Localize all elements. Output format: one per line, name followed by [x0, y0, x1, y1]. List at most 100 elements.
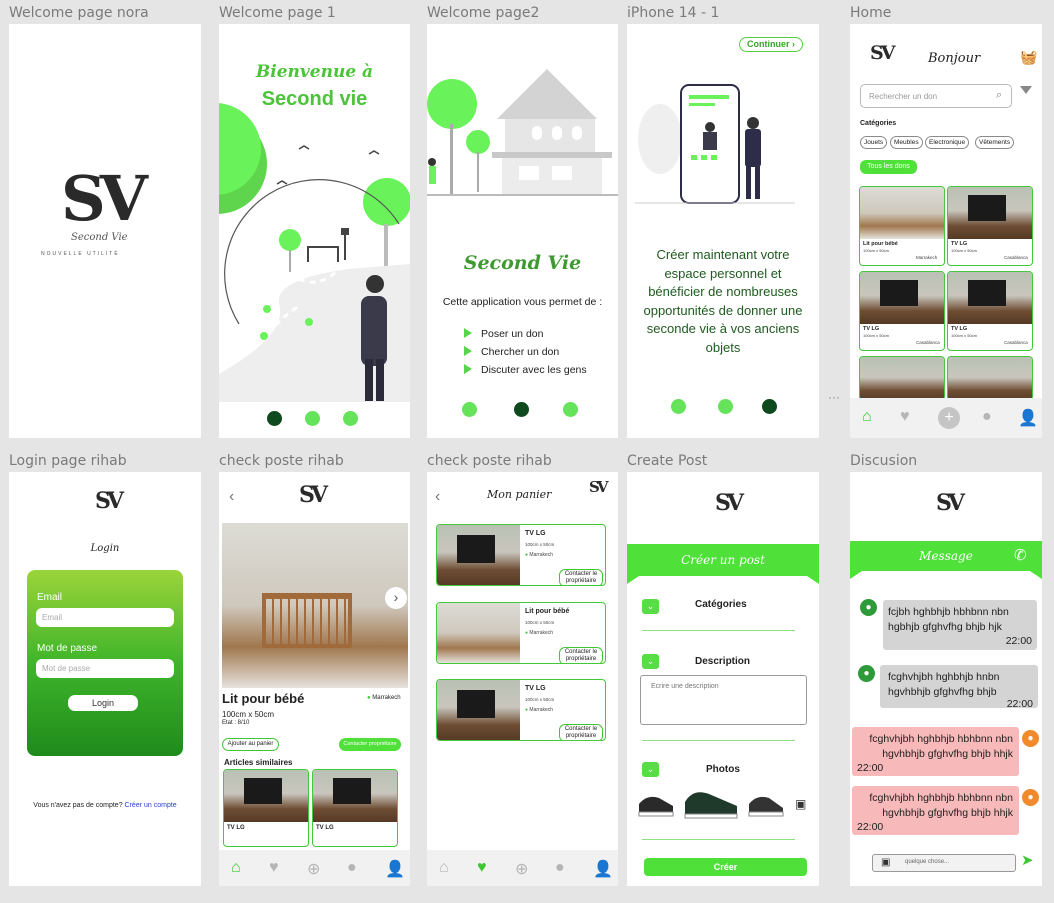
add-icon[interactable]: +	[938, 407, 960, 429]
frame-label-iphone14: iPhone 14 - 1	[627, 5, 720, 21]
chat-icon[interactable]: ●	[347, 859, 357, 877]
message-time: 22:00	[1005, 635, 1032, 647]
continue-button[interactable]: Continuer ›	[739, 37, 803, 52]
card-title: TV LG	[863, 326, 880, 332]
pager-dot-1[interactable]	[671, 399, 686, 414]
product-card[interactable]: Lit pour bébé 100cm x 50cm Marrakech	[859, 186, 945, 266]
add-icon[interactable]: ⊕	[307, 859, 320, 879]
search-icon[interactable]: ⌕	[996, 89, 1002, 102]
pager-dot-3[interactable]	[563, 402, 578, 417]
cart-item-city: ● Marrakech	[525, 630, 553, 636]
home-icon[interactable]: ⌂	[439, 859, 449, 877]
heart-icon[interactable]: ♥	[477, 859, 487, 877]
chevron-down-icon[interactable]: ⌄	[642, 599, 659, 614]
image-add-icon[interactable]: ▣	[795, 797, 806, 811]
home-icon[interactable]: ⌂	[862, 408, 872, 426]
search-input[interactable]: Rechercher un don ⌕	[860, 84, 1012, 108]
product-photo	[224, 770, 308, 822]
pager-dot-2[interactable]	[718, 399, 733, 414]
continue-label: Continuer	[747, 39, 790, 49]
logo: SV	[61, 162, 148, 235]
user-icon[interactable]: 👤	[385, 859, 405, 879]
create-button[interactable]: Créer	[644, 858, 807, 876]
password-field[interactable]: Mot de passe	[36, 659, 174, 678]
similar-card[interactable]: TV LG	[223, 769, 309, 847]
logo: SV	[589, 478, 609, 496]
email-label: Email	[37, 592, 63, 603]
all-donations-button[interactable]: Tous les dons	[860, 160, 917, 174]
welcome2-intro: Cette application vous permet de :	[442, 296, 603, 308]
message-received: fcjbh hghbhjb hbhbnn nbn hgbhjb gfghvfhg…	[883, 600, 1037, 650]
product-card[interactable]: TV LG 100cm x 50cm Casablanca	[947, 271, 1033, 351]
image-attach-icon[interactable]: ▣	[881, 857, 890, 868]
chevron-down-icon[interactable]: ⌄	[642, 762, 659, 777]
login-button[interactable]: Login	[68, 695, 138, 711]
add-to-cart-button[interactable]: Ajouter au panier	[222, 738, 279, 751]
frame-label-login: Login page rihab	[9, 453, 127, 469]
create-header-title: Créer un post	[681, 553, 765, 567]
contact-owner-button[interactable]: Contacter propriétaire	[339, 738, 401, 751]
product-card[interactable]: TV LG 100cm x 50cm Casablanca	[947, 186, 1033, 266]
pager-dot-2[interactable]	[305, 411, 320, 426]
frame-check2: ‹ Mon panier SV TV LG 100cm x 50cm ● Mar…	[427, 472, 618, 886]
pager-dot-3[interactable]	[762, 399, 777, 414]
product-card[interactable]: TV LG 100cm x 50cm Casablanca	[859, 271, 945, 351]
frame-label-check2: check poste rihab	[427, 453, 552, 469]
similar-card[interactable]: TV LG	[312, 769, 398, 847]
contact-owner-button[interactable]: Contacter le propriétaire	[559, 647, 603, 663]
category-jouets[interactable]: Jouets	[860, 136, 888, 149]
chat-icon[interactable]: ●	[982, 408, 992, 426]
frame-label-home: Home	[850, 5, 892, 21]
back-icon[interactable]: ‹	[435, 488, 440, 506]
cart-item[interactable]: TV LG 100cm x 50cm ● Marrakech Contacter…	[436, 524, 606, 586]
categories-section[interactable]: Catégories	[695, 599, 747, 610]
add-icon[interactable]: ⊕	[515, 859, 528, 879]
product-photo	[860, 187, 944, 239]
category-electronique[interactable]: Electronique	[925, 136, 970, 149]
description-textarea[interactable]: Ecrire une description	[640, 675, 807, 725]
product-photo	[860, 357, 944, 400]
search-placeholder: Rechercher un don	[869, 92, 938, 101]
message-input[interactable]: ▣ quelque chose...	[872, 854, 1016, 872]
next-photo-icon[interactable]: ›	[385, 587, 407, 609]
email-placeholder: Email	[42, 613, 63, 622]
user-icon[interactable]: 👤	[593, 859, 613, 879]
home-icon[interactable]: ⌂	[231, 859, 241, 877]
frame-iphone14: Continuer › Créer maintenant votre espac…	[627, 24, 819, 438]
chat-icon[interactable]: ●	[555, 859, 565, 877]
create-account-link[interactable]: Créer un compte	[125, 802, 177, 809]
message-time: 22:00	[857, 821, 884, 833]
frame-label-welcome-nora: Welcome page nora	[9, 5, 149, 21]
pager-dot-1[interactable]	[267, 411, 282, 426]
phone-icon[interactable]: ✆	[1014, 546, 1027, 564]
email-field[interactable]: Email	[36, 608, 174, 627]
contact-owner-button[interactable]: Contacter le propriétaire	[559, 724, 603, 740]
location-icon: ●	[525, 552, 529, 558]
categories-title: Catégories	[860, 120, 897, 127]
cart-item[interactable]: Lit pour bébé 100cm x 50cm ● Marrakech C…	[436, 602, 606, 664]
product-card[interactable]	[947, 356, 1033, 401]
back-icon[interactable]: ‹	[229, 488, 234, 506]
password-label: Mot de passe	[37, 643, 98, 654]
cart-item-city-text: Marrakech	[529, 707, 554, 713]
pager-dot-1[interactable]	[462, 402, 477, 417]
category-meubles[interactable]: Meubles	[890, 136, 923, 149]
contact-owner-button[interactable]: Contacter le propriétaire	[559, 569, 603, 585]
category-vetements[interactable]: Vêtements	[975, 136, 1015, 149]
iphone-message: Créer maintenant votre espace personnel …	[643, 247, 803, 355]
logo: SV	[299, 482, 328, 508]
heart-icon[interactable]: ♥	[900, 408, 910, 426]
chat-header: Message ✆	[850, 541, 1042, 571]
basket-icon[interactable]: 🧺	[1020, 49, 1037, 66]
chevron-down-icon[interactable]: ⌄	[642, 654, 659, 669]
user-icon[interactable]: 👤	[1018, 408, 1038, 428]
product-card[interactable]	[859, 356, 945, 401]
heart-icon[interactable]: ♥	[269, 859, 279, 877]
cart-item[interactable]: TV LG 100cm x 50cm ● Marrakech Contacter…	[436, 679, 606, 741]
signup-row: Vous n'avez pas de compte? Créer un comp…	[9, 802, 201, 809]
pager-dot-2[interactable]	[514, 402, 529, 417]
send-icon[interactable]: ➤	[1021, 851, 1034, 869]
password-placeholder: Mot de passe	[42, 664, 91, 673]
filter-icon[interactable]	[1020, 86, 1032, 94]
pager-dot-3[interactable]	[343, 411, 358, 426]
